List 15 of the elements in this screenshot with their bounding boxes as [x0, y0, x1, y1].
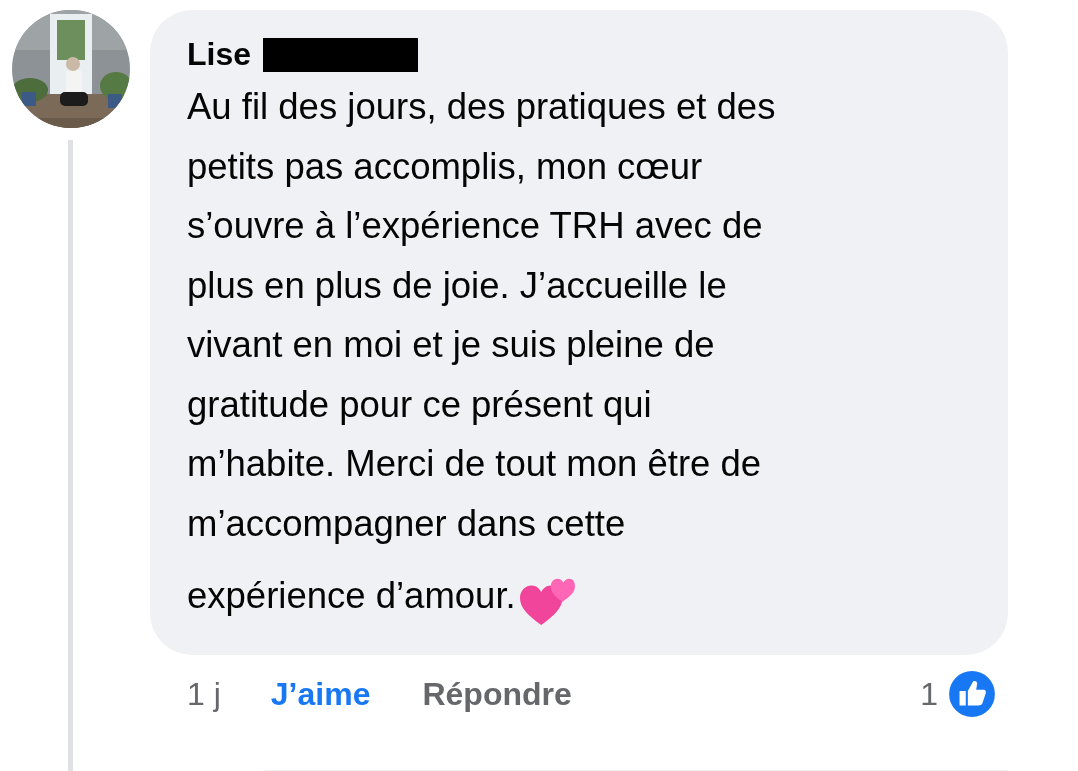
like-link[interactable]: J’aime	[270, 675, 371, 713]
reply-link[interactable]: Répondre	[422, 675, 572, 713]
comment-text-line: m’accompagner dans cette	[187, 501, 626, 546]
comment-time: 1 j	[187, 675, 221, 713]
reaction-count: 1	[920, 675, 938, 713]
comment-text-line: plus en plus de joie. J’accueille le	[187, 263, 727, 308]
comment-text-line: vivant en moi et je suis pleine de	[187, 323, 715, 367]
comment-text-line: m’habite. Merci de tout mon être de	[187, 442, 762, 486]
comment-text-line: s’ouvre à l’expérience TRH avec de	[187, 204, 763, 248]
comment-text-line: petits pas accomplis, mon cœur	[187, 144, 703, 189]
author-name[interactable]: Lise	[187, 36, 252, 73]
comment-text-line: gratitude pour ce présent qui	[187, 382, 652, 427]
comment-text-line: Au fil des jours, des pratiques et des	[187, 85, 776, 129]
thumbs-up-icon	[946, 668, 998, 720]
comment-text-line: expérience d’amour.	[187, 573, 516, 618]
